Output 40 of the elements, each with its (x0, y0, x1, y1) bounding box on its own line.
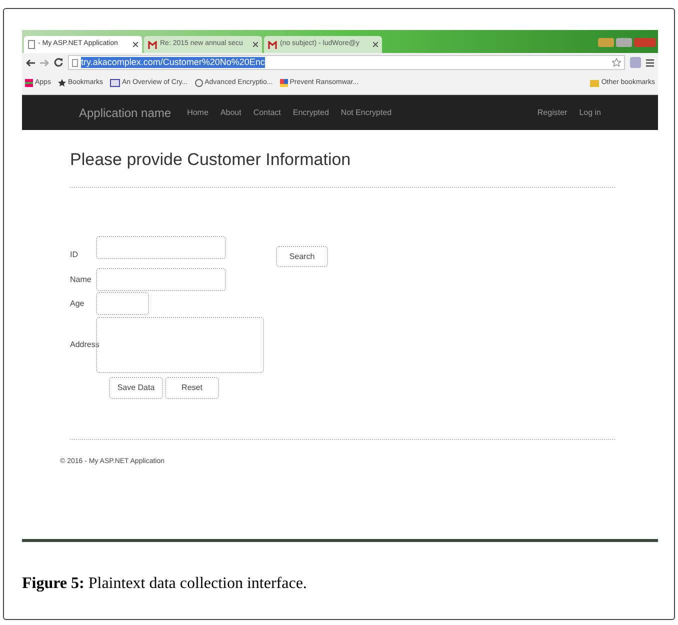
colorful-square-icon (280, 79, 288, 87)
page-icon (28, 40, 35, 49)
bookmark-star-icon[interactable] (612, 58, 621, 67)
apps-icon (25, 79, 33, 87)
figure-caption: Figure 5: Plaintext data collection interface. (22, 574, 308, 594)
mail-icon (268, 40, 277, 48)
nav-link[interactable]: Register (537, 106, 568, 118)
field-label: Name (70, 274, 92, 286)
nav-link[interactable]: Contact (253, 106, 281, 118)
document-icon (110, 79, 120, 87)
text-field[interactable] (96, 292, 149, 315)
page-heading: Please provide Customer Information (70, 149, 352, 171)
close-icon[interactable] (373, 42, 378, 47)
form-button[interactable]: Save Data (109, 376, 163, 398)
nav-link[interactable]: About (220, 106, 242, 118)
star-icon (58, 79, 66, 87)
reload-icon[interactable] (54, 58, 63, 67)
close-icon[interactable] (133, 42, 138, 47)
back-icon[interactable] (26, 58, 35, 66)
field-label: ID (70, 248, 79, 260)
page-icon (72, 58, 78, 66)
nav-link[interactable]: Encrypted (292, 106, 329, 118)
mail-icon (148, 40, 157, 48)
extension-icon[interactable] (630, 57, 641, 68)
nav-link[interactable]: Not Encrypted (340, 106, 392, 118)
minimize-button[interactable] (598, 38, 614, 47)
close-icon[interactable] (253, 42, 258, 47)
nav-link[interactable]: Log in (579, 106, 601, 118)
menu-icon[interactable] (646, 58, 654, 66)
form-button[interactable]: Reset (165, 376, 219, 398)
text-field[interactable] (96, 268, 226, 291)
brand-link[interactable]: Application name (79, 104, 172, 122)
folder-icon (590, 80, 600, 86)
nav-link[interactable]: Home (187, 106, 208, 118)
forward-icon[interactable] (40, 58, 49, 66)
url-field[interactable]: try.akacomplex.com/Customer%20No%20Enc (68, 55, 625, 70)
text-field[interactable] (96, 236, 226, 259)
search-button[interactable]: Search (276, 246, 328, 267)
field-label: Age (70, 298, 86, 310)
maximize-button[interactable] (616, 38, 632, 47)
